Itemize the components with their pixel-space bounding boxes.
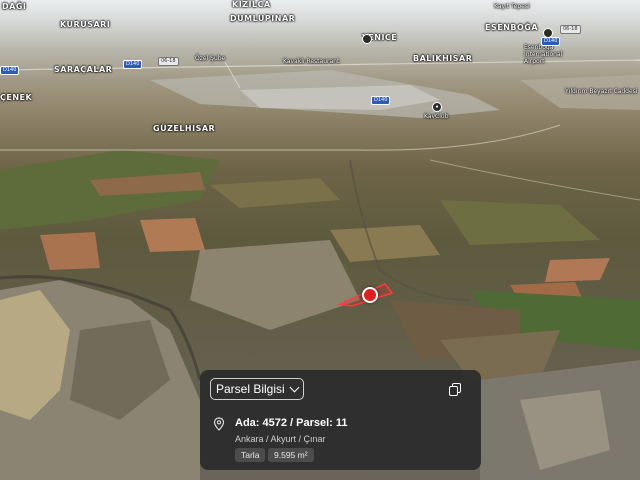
parcel-address: Ankara / Akyurt / Çınar (235, 434, 326, 444)
location-pin-icon (213, 417, 225, 431)
label-dagi: DAĞI (2, 2, 27, 11)
area-badge: 9.595 m² (268, 448, 314, 462)
label-ozel-sube: Özel Şube (195, 55, 226, 62)
label-yildirim-beyazit-caddesi: Yıldırım Beyazıt Caddesi (565, 88, 638, 95)
poi-icon[interactable] (362, 34, 372, 44)
land-type-badge: Tarla (235, 448, 266, 462)
label-esenboga-airport: Esenboğa International Airport (524, 44, 563, 65)
road-shield: 06-18 (158, 57, 179, 66)
label-kavclub: KavClub (424, 113, 449, 120)
kavclub-poi-icon[interactable]: ● (432, 102, 442, 112)
label-kizilca: KIZILCA (232, 0, 271, 9)
road-shield: D140 (0, 66, 20, 75)
label-kayit-tepesi: Kayıt Tepesi (494, 3, 530, 10)
parcel-info-dropdown[interactable]: Parsel Bilgisi (210, 378, 304, 400)
label-saracalar: SARAÇALAR (54, 65, 113, 74)
parcel-title: Ada: 4572 / Parsel: 11 (235, 417, 348, 429)
parcel-location-marker[interactable] (362, 287, 378, 303)
parcel-info-panel: Parsel Bilgisi Ada: 4572 / Parsel: 11 An… (200, 370, 481, 470)
road-shield: D140 (123, 60, 143, 69)
label-kurusari: KURUSARI (60, 20, 111, 29)
label-balikhisar: BALIKHISAR (413, 54, 473, 63)
road-shield: D140 (371, 96, 391, 105)
label-guzelhisar: GÜZELHISAR (153, 124, 216, 133)
chevron-down-icon (289, 382, 300, 392)
dropdown-label: Parsel Bilgisi (216, 382, 285, 396)
label-esenboga: ESENBOĞA (485, 23, 539, 32)
label-kavakli-restaurant: Kavaklı Restaurant (283, 58, 340, 65)
label-cenek: ÇENEK (0, 93, 33, 102)
label-dumlupinar: DUMLUPINAR (230, 14, 296, 23)
copy-icon[interactable] (449, 383, 461, 396)
airport-poi-icon[interactable] (543, 28, 553, 38)
road-shield: D140 (541, 37, 561, 46)
road-shield: 06-18 (560, 25, 581, 34)
